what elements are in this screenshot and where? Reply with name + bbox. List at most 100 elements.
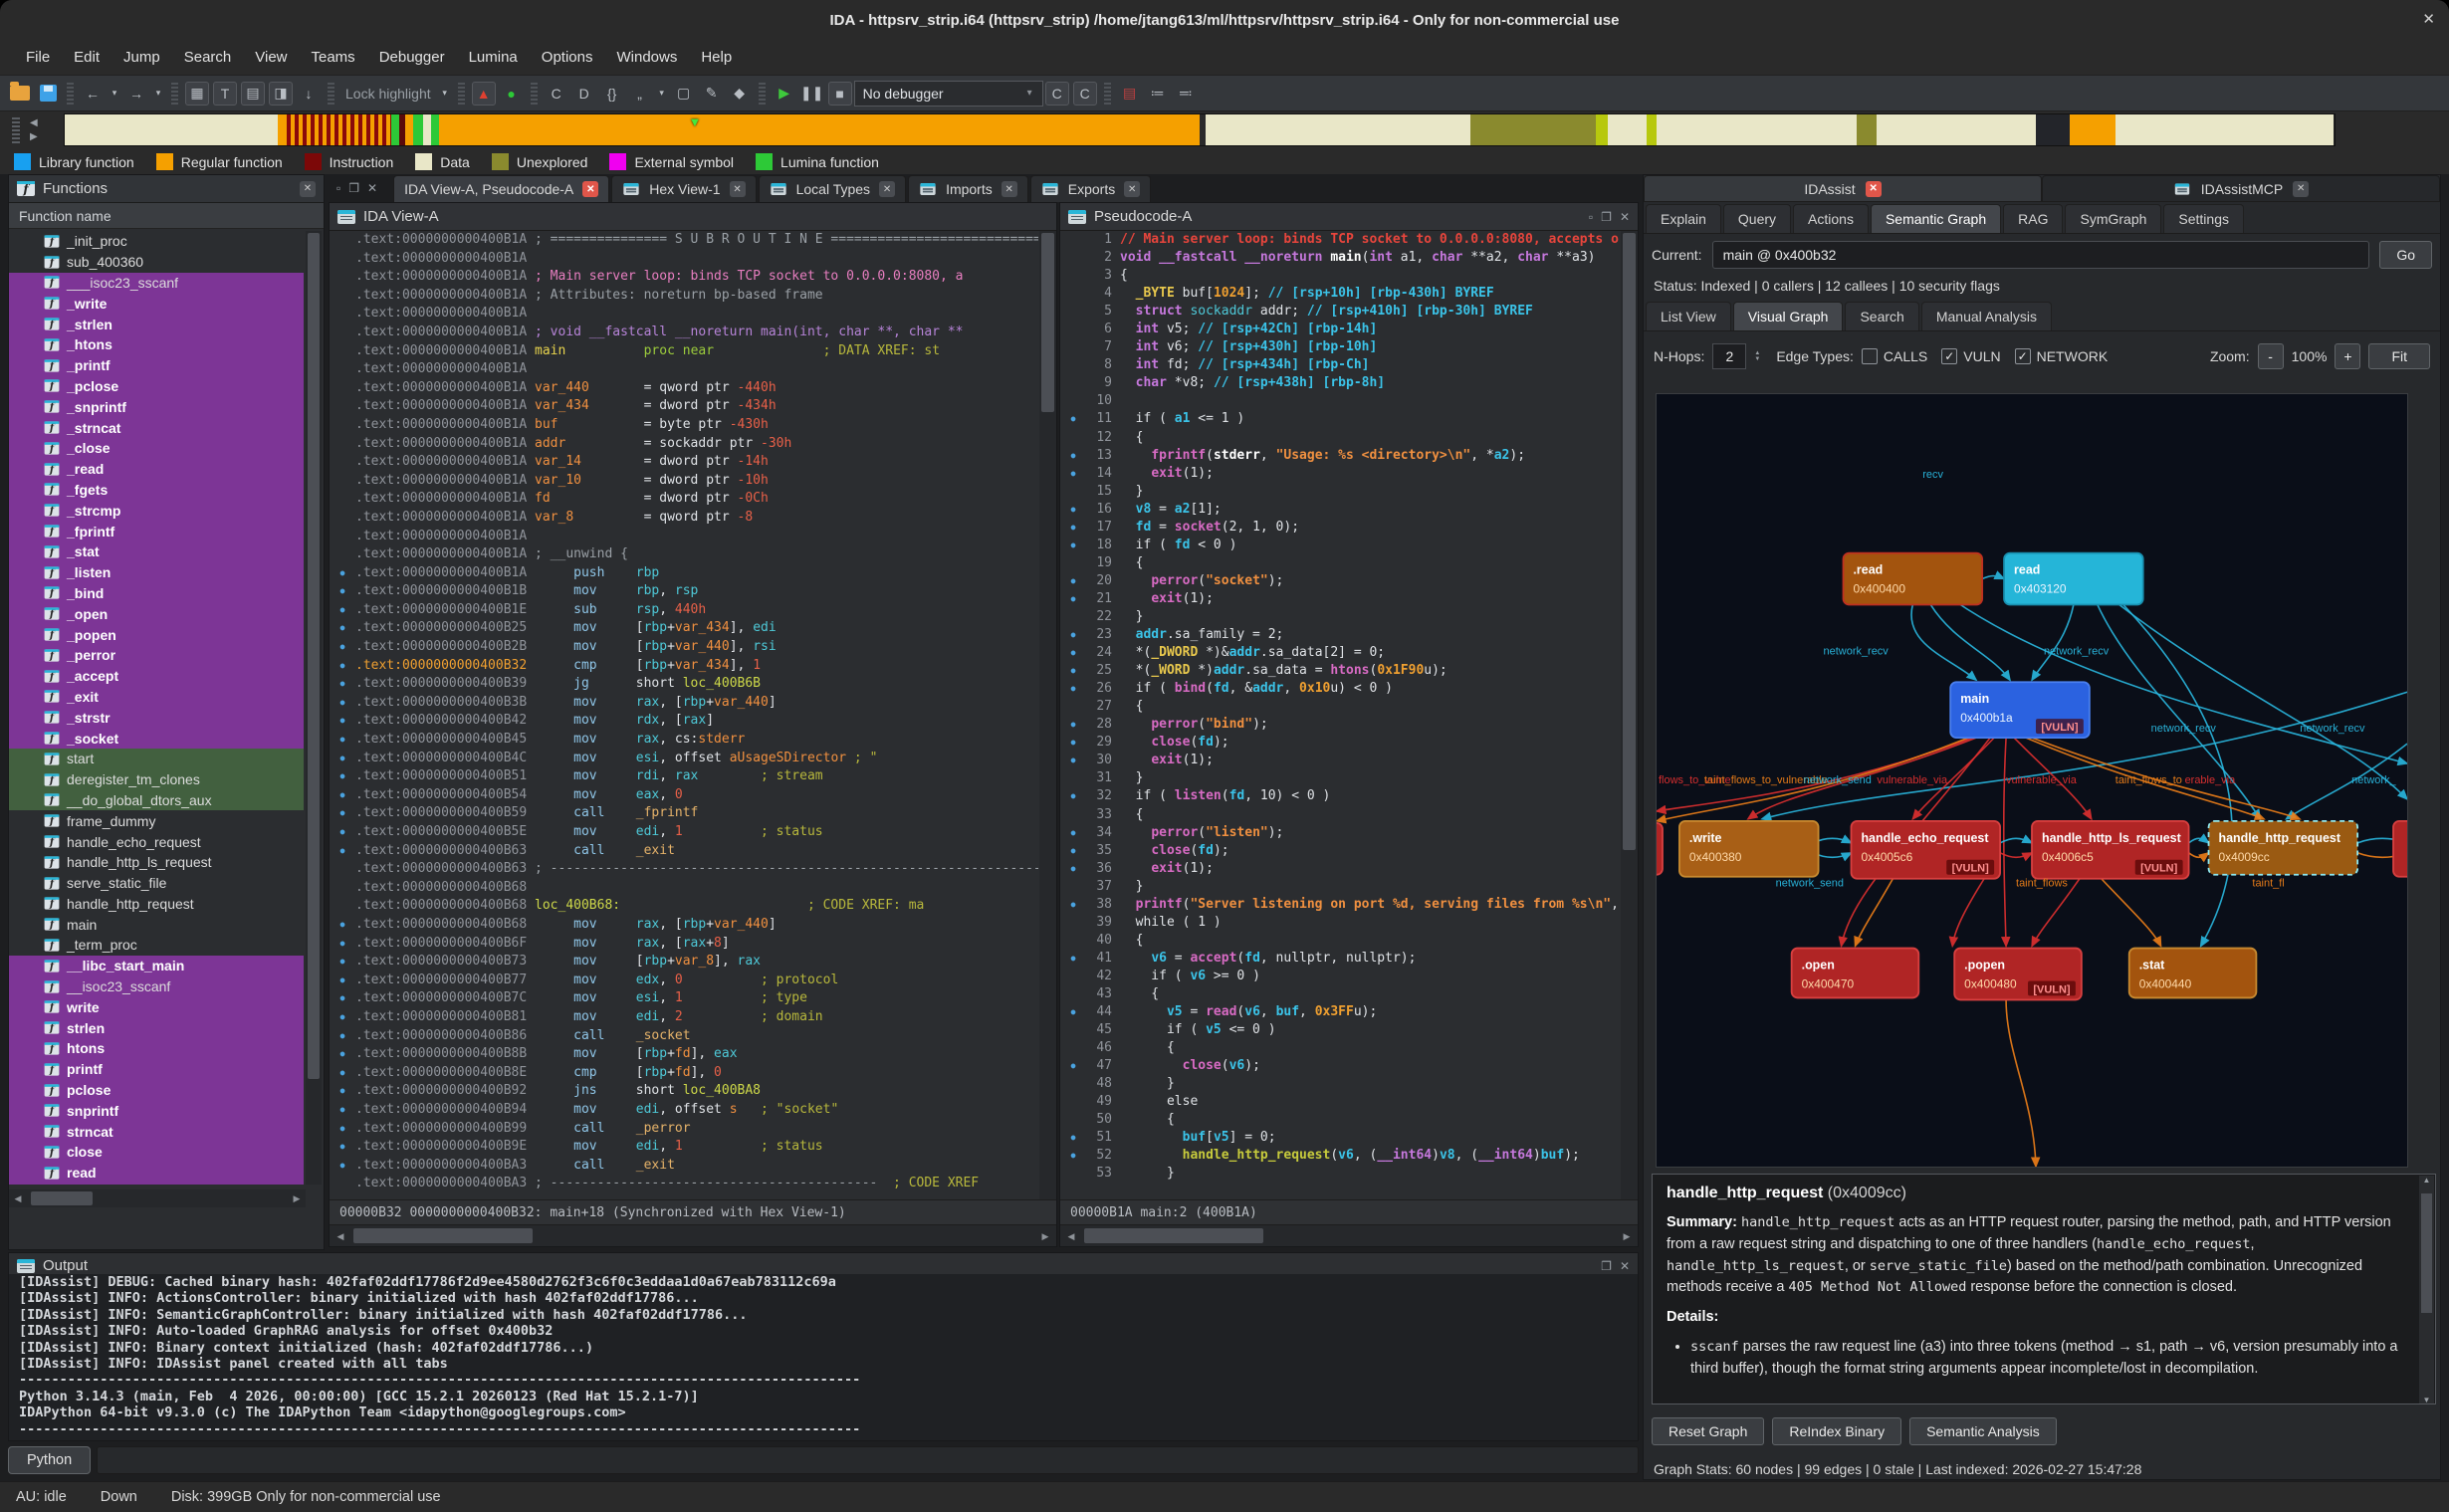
- function-row[interactable]: f_init_proc: [9, 231, 304, 252]
- idassist-tab-rag[interactable]: RAG: [2003, 204, 2063, 233]
- disasm-line[interactable]: ●.text:0000000000400B42 mov rdx, [rax]: [330, 712, 1038, 731]
- disasm-line[interactable]: ●.text:0000000000400B86 call _socket: [330, 1027, 1038, 1046]
- function-row[interactable]: f_listen: [9, 562, 304, 583]
- disasm-line[interactable]: ●.text:0000000000400B7C mov esi, 1 ; typ…: [330, 989, 1038, 1008]
- function-row[interactable]: fread: [9, 1163, 304, 1184]
- tab-hex-view-1[interactable]: Hex View-1✕: [611, 175, 756, 202]
- graph-node-read[interactable]: read0x403120: [2004, 553, 2143, 605]
- jump-down-icon[interactable]: ↓: [297, 82, 321, 106]
- cli-input[interactable]: [97, 1446, 1639, 1474]
- function-row[interactable]: f_stat: [9, 541, 304, 562]
- disasm-line[interactable]: .text:0000000000400B1A: [330, 305, 1038, 324]
- menu-edit[interactable]: Edit: [62, 45, 111, 70]
- graph-node-dot-write[interactable]: .write0x400380: [1679, 821, 1819, 877]
- stop-icon[interactable]: ■: [828, 82, 852, 106]
- disasm-line[interactable]: ●.text:0000000000400B4C mov esi, offset …: [330, 750, 1038, 768]
- pseudocode-line[interactable]: 19 {: [1060, 554, 1620, 572]
- reindex-binary-button[interactable]: ReIndex Binary: [1772, 1417, 1901, 1445]
- tab-close-icon[interactable]: ✕: [879, 181, 895, 197]
- pseudocode-line[interactable]: 39 while ( 1 ): [1060, 914, 1620, 932]
- function-row[interactable]: f_bind: [9, 583, 304, 604]
- pseudocode-line[interactable]: ●30 exit(1);: [1060, 752, 1620, 769]
- ida-view-title[interactable]: IDA View-A: [330, 203, 1056, 231]
- menu-windows[interactable]: Windows: [604, 45, 689, 70]
- zoom-out-button[interactable]: -: [2258, 343, 2284, 369]
- debugger-select[interactable]: No debugger▾: [854, 81, 1043, 107]
- disasm-line[interactable]: ●.text:0000000000400B45 mov rax, cs:stde…: [330, 731, 1038, 750]
- tab-close-icon[interactable]: ✕: [1124, 181, 1140, 197]
- function-row[interactable]: f_printf: [9, 355, 304, 376]
- graph-node-partial[interactable]: [2393, 821, 2407, 877]
- function-row[interactable]: f_write: [9, 293, 304, 314]
- function-row[interactable]: f_close: [9, 438, 304, 459]
- disasm-line[interactable]: .text:0000000000400B1A: [330, 250, 1038, 269]
- menu-view[interactable]: View: [243, 45, 299, 70]
- navband-right-arrow-icon[interactable]: ▶: [30, 131, 38, 142]
- pseudocode-line[interactable]: ●21 exit(1);: [1060, 590, 1620, 608]
- pseudocode-line[interactable]: ●47 close(v6);: [1060, 1057, 1620, 1075]
- disasm-line[interactable]: ●.text:0000000000400B6F mov rax, [rax+8]: [330, 935, 1038, 954]
- lumina-icon[interactable]: ●: [500, 82, 524, 106]
- menu-teams[interactable]: Teams: [300, 45, 367, 70]
- disasm-line[interactable]: .text:0000000000400B1A ; Main server loo…: [330, 268, 1038, 287]
- disasm-line[interactable]: .text:0000000000400B1A var_14 = dword pt…: [330, 453, 1038, 472]
- pseudocode-line[interactable]: ●17 fd = socket(2, 1, 0);: [1060, 519, 1620, 537]
- comment-dropdown-icon[interactable]: ▾: [656, 82, 668, 106]
- dock-close-icon[interactable]: ✕: [1620, 210, 1630, 224]
- dock-restore-icon[interactable]: ▫: [1589, 210, 1593, 224]
- pseudocode-line[interactable]: ●44 v5 = read(v6, buf, 0x3FFu);: [1060, 1003, 1620, 1021]
- pseudocode-line[interactable]: 40 {: [1060, 932, 1620, 950]
- disasm-line[interactable]: ●.text:0000000000400B68 mov rax, [rbp+va…: [330, 916, 1038, 935]
- idassist-tab-explain[interactable]: Explain: [1646, 204, 1721, 233]
- function-row[interactable]: f__isoc23_sscanf: [9, 976, 304, 997]
- diamond-icon[interactable]: ◆: [728, 82, 752, 106]
- disasm-line[interactable]: ●.text:0000000000400B99 call _perror: [330, 1120, 1038, 1139]
- pseudocode-line[interactable]: ●51 buf[v5] = 0;: [1060, 1129, 1620, 1147]
- function-row[interactable]: f___isoc23_sscanf: [9, 273, 304, 294]
- pseudocode-line[interactable]: ●11 if ( a1 <= 1 ): [1060, 410, 1620, 428]
- pseudocode-line[interactable]: ●52 handle_http_request(v6, (__int64)v8,…: [1060, 1147, 1620, 1165]
- lock-highlight-label[interactable]: Lock highlight: [345, 86, 431, 102]
- pseudocode-line[interactable]: ●20 perror("socket");: [1060, 572, 1620, 590]
- disasm-line[interactable]: ●.text:0000000000400B63 call _exit: [330, 842, 1038, 861]
- close-icon[interactable]: ✕: [367, 181, 377, 195]
- fit-button[interactable]: Fit: [2368, 343, 2430, 369]
- pseudocode-line[interactable]: 31 }: [1060, 769, 1620, 787]
- window-close-icon[interactable]: ✕: [2422, 10, 2435, 28]
- disasm-line[interactable]: ●.text:0000000000400B32 cmp [rbp+var_434…: [330, 657, 1038, 676]
- pseudocode-line[interactable]: 2void __fastcall __noreturn main(int a1,…: [1060, 249, 1620, 267]
- function-row[interactable]: fserve_static_file: [9, 873, 304, 894]
- pseudocode-line[interactable]: 48 }: [1060, 1075, 1620, 1093]
- list3-icon[interactable]: ≕: [1174, 82, 1198, 106]
- function-row[interactable]: fhandle_echo_request: [9, 831, 304, 852]
- pseudocode-line[interactable]: ●41 v6 = accept(fd, nullptr, nullptr);: [1060, 950, 1620, 968]
- disasm-line[interactable]: ●.text:0000000000400BA3 call _exit: [330, 1157, 1038, 1176]
- functions-column-header[interactable]: Function name: [9, 203, 324, 229]
- function-row[interactable]: ffgets: [9, 1184, 304, 1185]
- struct-view-icon[interactable]: ◨: [269, 82, 293, 106]
- pseudocode-line[interactable]: 43 {: [1060, 985, 1620, 1003]
- pseudocode-line[interactable]: ●16 v8 = a2[1];: [1060, 501, 1620, 519]
- maximize-icon[interactable]: ❐: [348, 181, 359, 195]
- function-row[interactable]: f_strncat: [9, 417, 304, 438]
- mdi-window-controls[interactable]: ▫ ❐ ✕: [329, 174, 391, 202]
- function-row[interactable]: f_perror: [9, 645, 304, 666]
- pseudocode-line[interactable]: 27 {: [1060, 698, 1620, 716]
- scroll-down-icon[interactable]: ▼: [2419, 1396, 2434, 1404]
- pseudocode-line[interactable]: ●28 perror("bind");: [1060, 716, 1620, 734]
- disasm-line[interactable]: .text:0000000000400B1A ; void __fastcall…: [330, 324, 1038, 342]
- current-function-input[interactable]: main @ 0x400b32: [1712, 241, 2370, 269]
- pseudocode-line[interactable]: 12 {: [1060, 429, 1620, 447]
- function-row[interactable]: f_term_proc: [9, 935, 304, 956]
- ida-view-vertical-scrollbar[interactable]: [1039, 231, 1056, 1199]
- pseudocode-line[interactable]: 9 char *v8; // [rsp+438h] [rbp-8h]: [1060, 374, 1620, 392]
- text-view-icon[interactable]: T: [213, 82, 237, 106]
- disasm-line[interactable]: .text:0000000000400B1A addr = sockaddr p…: [330, 435, 1038, 454]
- semantic-analysis-button[interactable]: Semantic Analysis: [1909, 1417, 2057, 1445]
- pseudocode-line[interactable]: ●23 addr.sa_family = 2;: [1060, 626, 1620, 644]
- list2-icon[interactable]: ≔: [1146, 82, 1170, 106]
- navigation-band[interactable]: ◀ ▶ ▼: [0, 111, 2449, 149]
- menu-file[interactable]: File: [14, 45, 62, 70]
- pseudocode-line[interactable]: 45 if ( v5 <= 0 ): [1060, 1021, 1620, 1039]
- disasm-line[interactable]: ●.text:0000000000400B8B mov [rbp+fd], ea…: [330, 1045, 1038, 1064]
